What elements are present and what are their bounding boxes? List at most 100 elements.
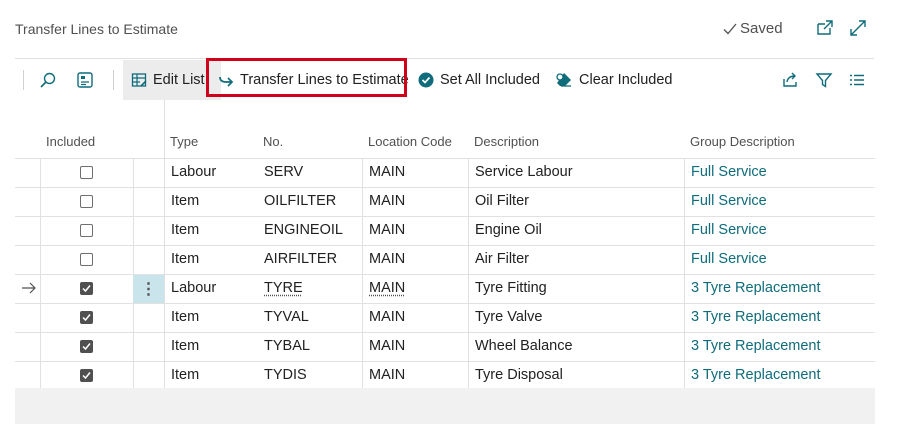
- column-header-description[interactable]: Description: [474, 134, 539, 149]
- cell-divider: [468, 246, 469, 274]
- share-button[interactable]: [781, 60, 799, 100]
- type-cell[interactable]: Item: [171, 251, 199, 267]
- cell-divider: [133, 362, 134, 390]
- open-new-window-icon[interactable]: [815, 18, 835, 38]
- cell-divider: [362, 159, 363, 187]
- description-cell[interactable]: Wheel Balance: [475, 338, 573, 354]
- table-row[interactable]: Labour SERV MAIN Service Labour Full Ser…: [15, 158, 875, 187]
- no-cell[interactable]: TYVAL: [264, 309, 309, 325]
- description-cell[interactable]: Air Filter: [475, 251, 529, 267]
- cell-divider: [133, 246, 134, 274]
- table-row[interactable]: Item AIRFILTER MAIN Air Filter Full Serv…: [15, 245, 875, 274]
- share-icon: [781, 71, 799, 89]
- type-cell[interactable]: Item: [171, 193, 199, 209]
- no-cell[interactable]: AIRFILTER: [264, 251, 337, 267]
- clear-included-button[interactable]: Clear Included: [555, 60, 673, 100]
- no-cell[interactable]: TYBAL: [264, 338, 310, 354]
- set-all-included-button[interactable]: Set All Included: [418, 60, 540, 100]
- included-checkbox[interactable]: [80, 282, 93, 295]
- filter-button[interactable]: [815, 60, 833, 100]
- description-cell[interactable]: Oil Filter: [475, 193, 529, 209]
- table-row[interactable]: Item TYVAL MAIN Tyre Valve 3 Tyre Replac…: [15, 303, 875, 332]
- type-cell[interactable]: Item: [171, 338, 199, 354]
- cell-divider: [362, 304, 363, 332]
- action-divider: [23, 70, 24, 90]
- type-cell[interactable]: Item: [171, 367, 199, 383]
- no-cell[interactable]: OILFILTER: [264, 193, 336, 209]
- description-cell[interactable]: Engine Oil: [475, 222, 542, 238]
- column-header-location[interactable]: Location Code: [368, 134, 452, 149]
- cell-divider: [164, 304, 165, 332]
- no-cell[interactable]: SERV: [264, 164, 303, 180]
- table-row[interactable]: Item ENGINEOIL MAIN Engine Oil Full Serv…: [15, 216, 875, 245]
- cell-divider: [40, 246, 41, 274]
- cell-divider: [164, 333, 165, 361]
- current-row-arrow-icon: [21, 280, 37, 296]
- edit-list-label: Edit List: [153, 72, 205, 88]
- cell-divider: [40, 217, 41, 245]
- location-code-cell[interactable]: MAIN: [369, 309, 405, 325]
- column-header-no[interactable]: No.: [263, 134, 283, 149]
- table-row[interactable]: Item TYDIS MAIN Tyre Disposal 3 Tyre Rep…: [15, 361, 875, 391]
- cell-divider: [684, 217, 685, 245]
- no-cell[interactable]: TYRE: [264, 280, 303, 296]
- column-header-included[interactable]: Included: [46, 134, 95, 149]
- no-cell[interactable]: ENGINEOIL: [264, 222, 343, 238]
- group-description-link[interactable]: Full Service: [691, 222, 767, 238]
- description-cell[interactable]: Service Labour: [475, 164, 573, 180]
- included-checkbox[interactable]: [80, 166, 93, 179]
- description-cell[interactable]: Tyre Disposal: [475, 367, 563, 383]
- location-code-cell[interactable]: MAIN: [369, 338, 405, 354]
- table-row[interactable]: Labour TYRE MAIN Tyre Fitting 3 Tyre Rep…: [15, 274, 875, 303]
- no-cell[interactable]: TYDIS: [264, 367, 307, 383]
- included-checkbox[interactable]: [80, 224, 93, 237]
- group-description-link[interactable]: Full Service: [691, 164, 767, 180]
- header-divider: [15, 58, 874, 59]
- location-code-cell[interactable]: MAIN: [369, 222, 405, 238]
- type-cell[interactable]: Item: [171, 309, 199, 325]
- personalize-view-button[interactable]: [76, 60, 94, 100]
- cell-divider: [362, 188, 363, 216]
- description-cell[interactable]: Tyre Valve: [475, 309, 542, 325]
- type-cell[interactable]: Labour: [171, 280, 216, 296]
- cell-divider: [133, 188, 134, 216]
- location-code-cell[interactable]: MAIN: [369, 193, 405, 209]
- group-description-link[interactable]: 3 Tyre Replacement: [691, 338, 821, 354]
- location-code-cell[interactable]: MAIN: [369, 164, 405, 180]
- search-button[interactable]: [39, 60, 57, 100]
- included-checkbox[interactable]: [80, 369, 93, 382]
- column-header-type[interactable]: Type: [170, 134, 198, 149]
- edit-list-button[interactable]: Edit List: [131, 60, 205, 100]
- group-description-link[interactable]: Full Service: [691, 251, 767, 267]
- included-checkbox[interactable]: [80, 311, 93, 324]
- group-description-link[interactable]: 3 Tyre Replacement: [691, 367, 821, 383]
- type-cell[interactable]: Labour: [171, 164, 216, 180]
- group-description-link[interactable]: 3 Tyre Replacement: [691, 280, 821, 296]
- expand-icon[interactable]: [848, 18, 868, 38]
- action-divider: [113, 70, 114, 90]
- table-row[interactable]: Item OILFILTER MAIN Oil Filter Full Serv…: [15, 187, 875, 216]
- cell-divider: [164, 217, 165, 245]
- group-description-link[interactable]: 3 Tyre Replacement: [691, 309, 821, 325]
- row-actions-menu-button[interactable]: ⋮: [133, 275, 164, 303]
- layout-icon: [76, 71, 94, 89]
- location-code-cell[interactable]: MAIN: [369, 367, 405, 383]
- included-checkbox[interactable]: [80, 340, 93, 353]
- location-code-cell[interactable]: MAIN: [369, 251, 405, 267]
- location-code-cell[interactable]: MAIN: [369, 280, 405, 296]
- transfer-lines-button[interactable]: Transfer Lines to Estimate: [218, 60, 409, 100]
- column-header-group[interactable]: Group Description: [690, 134, 795, 149]
- eraser-icon: [555, 71, 573, 89]
- type-cell[interactable]: Item: [171, 222, 199, 238]
- transfer-lines-label: Transfer Lines to Estimate: [240, 72, 409, 88]
- table-row[interactable]: Item TYBAL MAIN Wheel Balance 3 Tyre Rep…: [15, 332, 875, 361]
- group-description-link[interactable]: Full Service: [691, 193, 767, 209]
- cell-divider: [684, 304, 685, 332]
- description-cell[interactable]: Tyre Fitting: [475, 280, 547, 296]
- included-checkbox[interactable]: [80, 195, 93, 208]
- checkmark-icon: [723, 23, 737, 34]
- included-checkbox[interactable]: [80, 253, 93, 266]
- list-view-button[interactable]: [849, 60, 865, 100]
- cell-divider: [684, 275, 685, 303]
- set-all-included-label: Set All Included: [440, 72, 540, 88]
